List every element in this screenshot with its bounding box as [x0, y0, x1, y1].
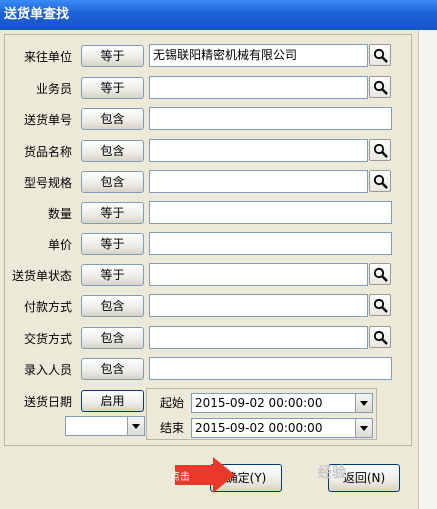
op-button-goods-name[interactable]: 包含: [81, 140, 144, 162]
quantity-input[interactable]: [149, 201, 392, 224]
label-delivery-no: 送货单号: [23, 113, 72, 127]
salesman-input[interactable]: [149, 76, 368, 99]
op-button-model-spec[interactable]: 包含: [81, 171, 144, 193]
label-entry-person: 录入人员: [23, 363, 72, 377]
label-payment-method: 付款方式: [23, 300, 72, 314]
label-delivery-status: 送货单状态: [11, 269, 72, 283]
op-button-unit-price[interactable]: 等于: [81, 233, 144, 255]
watermark: 经验: [318, 465, 346, 481]
entry-person-input[interactable]: [149, 357, 392, 380]
delivery-no-input[interactable]: [149, 107, 392, 130]
search-button-delivery-status[interactable]: [369, 263, 391, 285]
op-button-payment-method[interactable]: 包含: [81, 295, 144, 317]
op-button-delivery-no[interactable]: 包含: [81, 108, 144, 130]
op-button-delivery-method[interactable]: 包含: [81, 327, 144, 349]
magnifier-icon: [373, 298, 388, 313]
end-date-value: 2015-09-02 00:00:00: [195, 421, 323, 435]
label-model-spec: 型号规格: [23, 176, 72, 190]
company-input[interactable]: 无锡联阳精密机械有限公司: [149, 44, 368, 67]
window-edge: [418, 30, 437, 509]
delivery-method-input[interactable]: [149, 326, 368, 349]
op-button-entry-person[interactable]: 包含: [81, 358, 144, 380]
date-mode-select[interactable]: [65, 416, 145, 436]
label-company: 来往单位: [23, 50, 72, 64]
search-button-model-spec[interactable]: [369, 170, 391, 192]
chevron-down-icon[interactable]: [355, 419, 372, 437]
enable-date-button[interactable]: 启用: [81, 390, 144, 412]
start-date-picker[interactable]: 2015-09-02 00:00:00: [191, 393, 373, 413]
label-quantity: 数量: [47, 207, 72, 221]
magnifier-icon: [373, 174, 388, 189]
search-button-goods-name[interactable]: [369, 139, 391, 161]
window-title: 送货单查找: [0, 0, 437, 30]
start-date-value: 2015-09-02 00:00:00: [195, 396, 323, 410]
label-unit-price: 单价: [47, 238, 72, 252]
delivery-status-input[interactable]: [149, 263, 368, 286]
payment-method-input[interactable]: [149, 294, 368, 317]
label-goods-name: 货品名称: [23, 145, 72, 159]
chevron-down-icon[interactable]: [127, 417, 144, 435]
op-button-salesman[interactable]: 等于: [81, 77, 144, 99]
unit-price-input[interactable]: [149, 232, 392, 255]
op-button-delivery-status[interactable]: 等于: [81, 264, 144, 286]
magnifier-icon: [373, 80, 388, 95]
label-start: 起始: [159, 396, 184, 410]
label-salesman: 业务员: [35, 82, 72, 96]
magnifier-icon: [373, 267, 388, 282]
label-delivery-date: 送货日期: [23, 395, 72, 409]
label-end: 结束: [159, 421, 184, 435]
end-date-picker[interactable]: 2015-09-02 00:00:00: [191, 418, 373, 438]
label-delivery-method: 交货方式: [23, 332, 72, 346]
search-button-payment-method[interactable]: [369, 294, 391, 316]
goods-name-input[interactable]: [149, 139, 368, 162]
search-button-salesman[interactable]: [369, 76, 391, 98]
magnifier-icon: [373, 143, 388, 158]
op-button-quantity[interactable]: 等于: [81, 202, 144, 224]
search-button-delivery-method[interactable]: [369, 326, 391, 348]
model-spec-input[interactable]: [149, 170, 368, 193]
magnifier-icon: [373, 330, 388, 345]
chevron-down-icon[interactable]: [355, 394, 372, 412]
magnifier-icon: [373, 48, 388, 63]
op-button-company[interactable]: 等于: [81, 45, 144, 67]
annotation-text: 点击: [170, 472, 190, 483]
search-button-company[interactable]: [369, 44, 391, 66]
